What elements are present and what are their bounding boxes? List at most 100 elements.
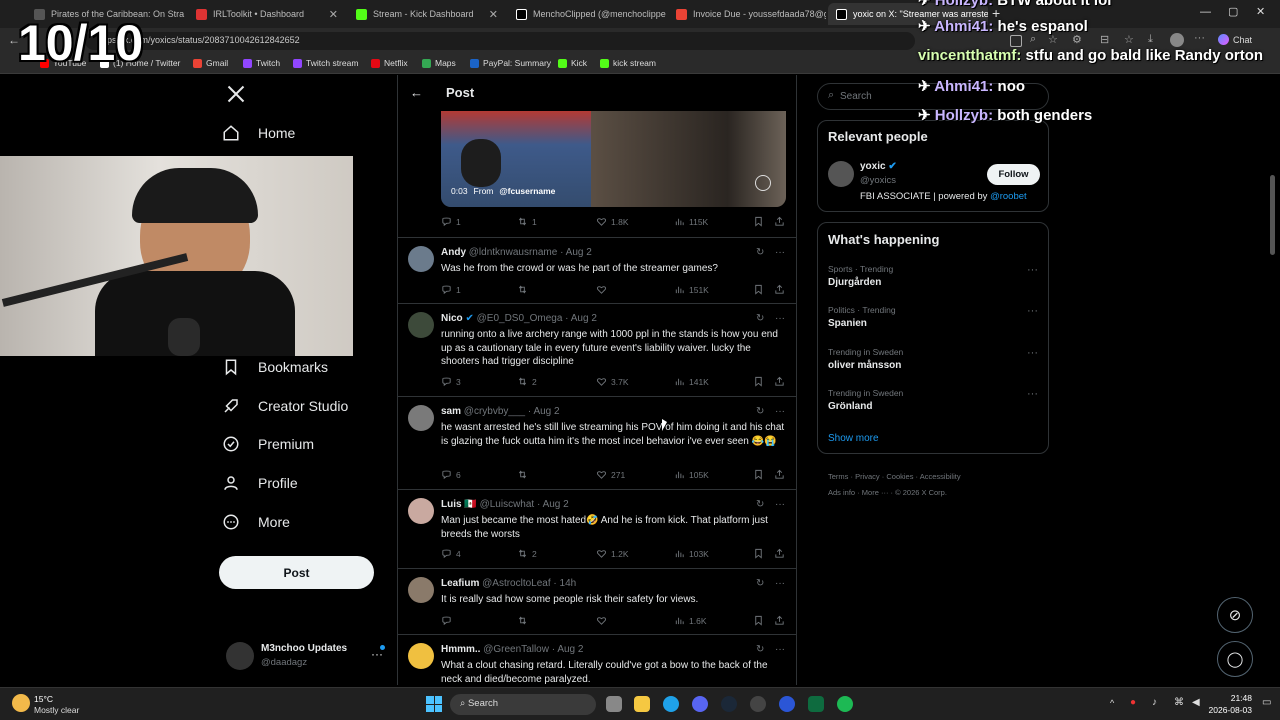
bookmark-button[interactable]	[753, 216, 764, 227]
grok-icon[interactable]: ↻	[756, 578, 764, 589]
bookmark-kick-stream[interactable]: kick stream	[600, 58, 656, 68]
repost-button[interactable]	[517, 615, 532, 626]
more-options-icon[interactable]: ···	[775, 644, 785, 655]
clock-time[interactable]: 21:48	[1212, 693, 1252, 703]
bookmark-button[interactable]	[753, 376, 764, 387]
views-button[interactable]: 105K	[674, 469, 709, 480]
repost-button[interactable]: 2	[517, 548, 537, 559]
app-icon[interactable]	[750, 696, 766, 712]
nav-bookmarks[interactable]: Bookmarks	[222, 358, 328, 376]
more-options-icon[interactable]: ···	[1027, 347, 1038, 359]
task-view-icon[interactable]	[606, 696, 622, 712]
grok-icon[interactable]: ↻	[756, 247, 764, 258]
bookmark-twitch-stream[interactable]: Twitch stream	[293, 58, 358, 68]
network-icon[interactable]: ⌘	[1174, 697, 1184, 708]
reply-hmmm[interactable]: Hmmm.. @GreenTallow · Aug 2 ↻ ··· What a…	[398, 635, 796, 685]
taskbar-search[interactable]: ⌕ Search	[450, 694, 596, 715]
app-icon[interactable]	[808, 696, 824, 712]
reply-button[interactable]: 3	[441, 376, 461, 387]
reply-button[interactable]	[441, 615, 456, 626]
nav-creator-studio[interactable]: Creator Studio	[222, 397, 348, 415]
account-name[interactable]: M3nchoo Updates	[261, 643, 347, 654]
download-icon[interactable]: ⤓	[1148, 33, 1153, 46]
more-options-icon[interactable]: ···	[1027, 264, 1038, 276]
notifications-icon[interactable]: ▭	[1262, 697, 1271, 708]
more-options-icon[interactable]: ···	[775, 499, 785, 510]
bookmark-button[interactable]	[753, 615, 764, 626]
spotify-icon[interactable]	[837, 696, 853, 712]
discord-icon[interactable]	[692, 696, 708, 712]
ea-icon[interactable]	[779, 696, 795, 712]
reply-luis[interactable]: Luis 🇲🇽 @Luiscwhat · Aug 2 ↻ ··· Man jus…	[398, 490, 796, 569]
back-arrow-icon[interactable]: ←	[410, 85, 423, 100]
post-button[interactable]: Post	[219, 556, 374, 589]
bio-link[interactable]: @roobet	[990, 191, 1027, 202]
avatar[interactable]	[408, 246, 434, 272]
like-button[interactable]: 1.2K	[596, 548, 629, 559]
share-button[interactable]	[774, 548, 785, 559]
like-button[interactable]	[596, 615, 611, 626]
avatar[interactable]	[408, 405, 434, 431]
close-icon[interactable]: ✕	[489, 8, 498, 21]
profile-avatar[interactable]	[1170, 33, 1184, 47]
grok-icon[interactable]: ↻	[756, 644, 764, 655]
bookmark-paypal[interactable]: PayPal: Summary	[470, 58, 551, 68]
repost-button[interactable]: 2	[517, 376, 537, 387]
close-icon[interactable]: ✕	[329, 8, 338, 21]
more-options-icon[interactable]: ···	[775, 313, 785, 324]
avatar[interactable]	[828, 161, 854, 187]
reply-button[interactable]: 1	[441, 284, 461, 295]
edge-icon[interactable]	[663, 696, 679, 712]
reply-nico[interactable]: Nico ✔ @E0_DS0_Omega · Aug 2 ↻ ··· runni…	[398, 304, 796, 397]
minimize-icon[interactable]: —	[1200, 6, 1211, 18]
file-explorer-icon[interactable]	[634, 696, 650, 712]
bookmark-button[interactable]	[753, 548, 764, 559]
trend-item[interactable]: Sports · Trending Djurgården ···	[818, 261, 1048, 301]
more-options-icon[interactable]: ···	[775, 247, 785, 258]
share-button[interactable]	[774, 615, 785, 626]
more-options-icon[interactable]: ···	[1027, 388, 1038, 400]
tray-app-icon[interactable]: ●	[1130, 697, 1136, 708]
more-options-icon[interactable]: ···	[775, 406, 785, 417]
avatar[interactable]	[408, 498, 434, 524]
show-more-link[interactable]: Show more	[828, 433, 879, 444]
nav-more[interactable]: More	[222, 513, 290, 531]
split-icon[interactable]: ⊟	[1100, 33, 1109, 46]
reply-leafium[interactable]: Leafium @AstrocltoLeaf · 14h ↻ ··· It is…	[398, 569, 796, 635]
trend-item[interactable]: Trending in Sweden Grönland ···	[818, 385, 1048, 425]
grok-icon[interactable]: ↻	[756, 499, 764, 510]
grok-icon[interactable]: ↻	[756, 313, 764, 324]
views-button[interactable]: 1.6K	[674, 615, 707, 626]
volume-icon[interactable]: ◀	[1192, 697, 1200, 708]
reply-button[interactable]: 6	[441, 469, 461, 480]
repost-button[interactable]: 1	[517, 216, 537, 227]
views-button[interactable]: 151K	[674, 284, 709, 295]
repost-button[interactable]	[517, 469, 532, 480]
url-field[interactable]: https://x.com/yoxics/status/208371004261…	[85, 32, 915, 50]
bookmark-netflix[interactable]: Netflix	[371, 58, 408, 68]
follow-button[interactable]: Follow	[987, 164, 1040, 185]
more-options-icon[interactable]: ···	[1027, 305, 1038, 317]
tab-gmail[interactable]: Invoice Due - youssefdaada78@g✕	[668, 3, 826, 25]
steam-icon[interactable]	[721, 696, 737, 712]
more-options-icon[interactable]: ···	[775, 578, 785, 589]
trend-item[interactable]: Politics · Trending Spanien ···	[818, 302, 1048, 342]
translate-icon[interactable]	[1010, 35, 1022, 47]
maximize-icon[interactable]: ▢	[1228, 5, 1238, 18]
chat-button[interactable]: Chat	[1218, 34, 1252, 45]
avatar[interactable]	[408, 312, 434, 338]
avatar[interactable]	[408, 577, 434, 603]
tab-tiktok[interactable]: MenchoClipped (@menchoclipped✕	[508, 3, 666, 25]
bookmark-twitch[interactable]: Twitch	[243, 58, 280, 68]
bookmark-button[interactable]	[753, 284, 764, 295]
repost-button[interactable]	[517, 284, 532, 295]
scrollbar-thumb[interactable]	[1270, 175, 1275, 255]
tab-kick-dashboard[interactable]: Stream - Kick Dashboard ✕	[348, 3, 506, 25]
reply-button[interactable]: 4	[441, 548, 461, 559]
weather-temp[interactable]: 15°C	[34, 694, 53, 704]
nav-home[interactable]: Home	[222, 124, 295, 142]
messages-button[interactable]: ◯	[1217, 641, 1253, 677]
video-player[interactable]: 0:03 From @fcusername	[441, 111, 786, 207]
bookmark-maps[interactable]: Maps	[422, 58, 456, 68]
tab-irltoolkit[interactable]: IRLToolkit • Dashboard ✕	[188, 3, 346, 25]
